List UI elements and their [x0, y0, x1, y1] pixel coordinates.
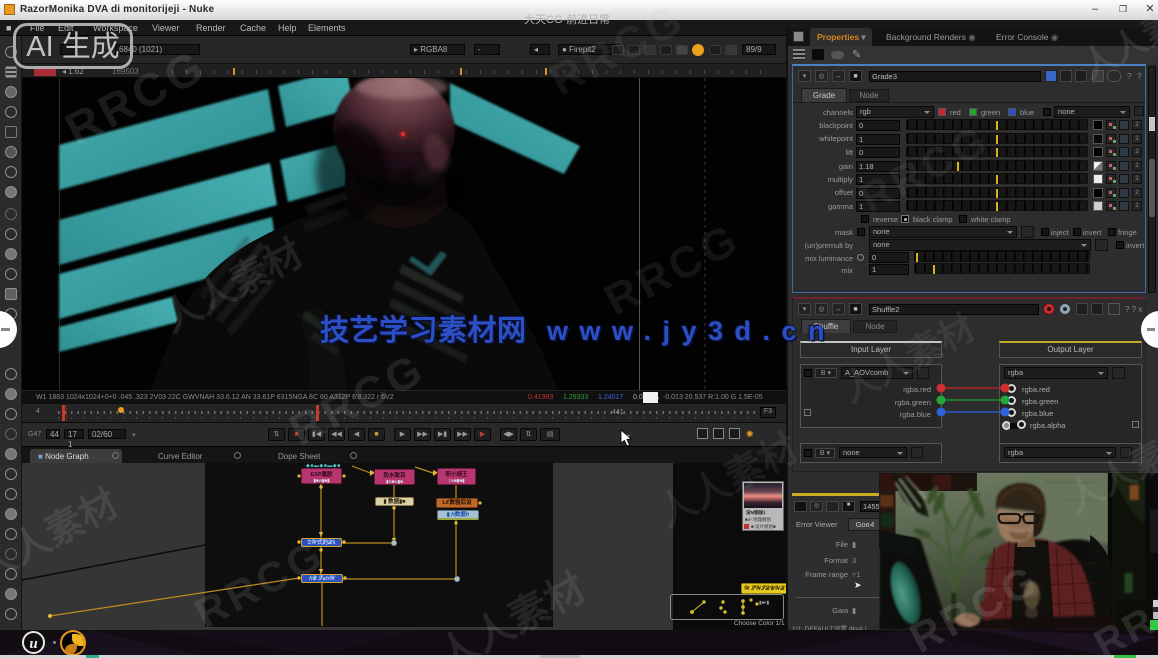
svg-text:▮■•▮: ▮■•▮ [759, 600, 770, 606]
